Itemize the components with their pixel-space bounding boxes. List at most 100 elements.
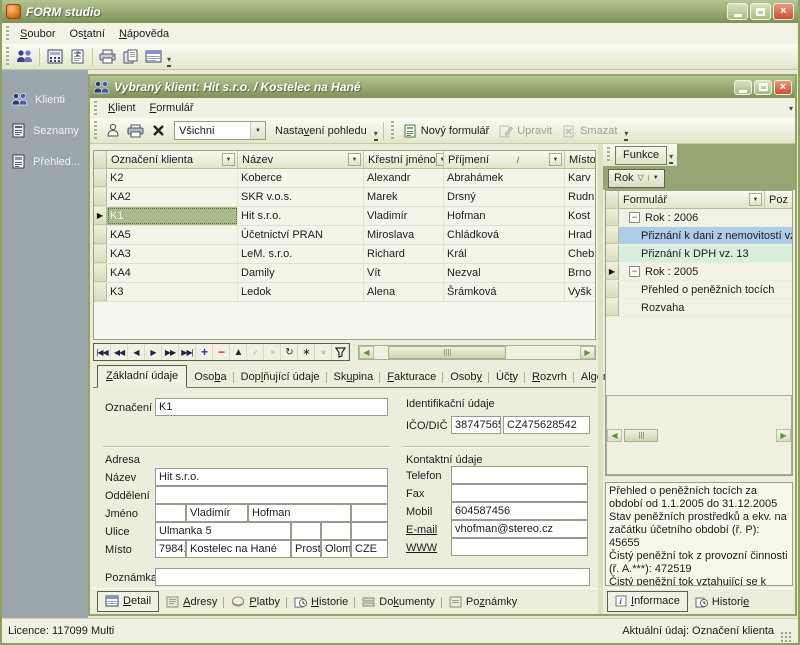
funkce-button[interactable]: Funkce — [615, 146, 667, 165]
tab-platby[interactable]: Platby — [224, 593, 287, 612]
cell-nazev[interactable]: Koberce — [238, 169, 364, 187]
cell-nazev[interactable]: LeM. s.r.o. — [238, 245, 364, 263]
tab-osoby[interactable]: Osoby — [443, 368, 489, 387]
table-row[interactable]: KA2 SKR v.o.s. Marek Drsný Rudn — [94, 188, 595, 207]
close-button[interactable]: × — [773, 3, 794, 20]
scrollbar-thumb[interactable] — [624, 429, 658, 442]
bookmark-button[interactable]: ∗ — [298, 344, 315, 360]
cell-nazev[interactable]: Damily — [238, 264, 364, 282]
list-item[interactable]: Rozvaha — [606, 299, 792, 317]
menu-overflow-button[interactable]: ▾ — [789, 104, 793, 113]
tab-ucty[interactable]: Účty — [489, 368, 525, 387]
client-print-button[interactable] — [124, 120, 147, 142]
grid-horizontal-scrollbar[interactable]: ◀ ▶ — [358, 345, 596, 360]
tab-historie-right[interactable]: Historie — [688, 593, 756, 612]
column-filter-button[interactable]: ▼ — [549, 153, 562, 166]
email-field[interactable]: vhofman@stereo.cz — [451, 520, 588, 538]
last-record-button[interactable]: ▶▶| — [179, 344, 196, 360]
ico-field[interactable]: 38747565 — [451, 416, 501, 434]
client-minimize-button[interactable] — [734, 80, 752, 95]
view-settings-button[interactable]: Nastavení pohledu — [270, 123, 372, 139]
toolbar-overflow-button[interactable]: ▾ — [624, 130, 628, 141]
client-maximize-button[interactable] — [754, 80, 772, 95]
cell-jmeno[interactable]: Vít — [364, 264, 444, 282]
nazev-field[interactable]: Hit s.r.o. — [155, 468, 388, 486]
kraj-field[interactable]: Olom — [321, 540, 351, 558]
column-filter-button[interactable]: ▼ — [222, 153, 235, 166]
toolbar-grip[interactable] — [6, 47, 9, 66]
scroll-right-button[interactable]: ▶ — [776, 429, 791, 442]
fax-field[interactable] — [451, 484, 588, 502]
cell-misto[interactable]: Vyšk — [565, 283, 595, 301]
list-group-row[interactable]: − Rok : 2006 — [606, 209, 792, 227]
cell-oznaceni[interactable]: K2 — [107, 169, 238, 187]
row-selector[interactable] — [606, 281, 619, 298]
maximize-button[interactable] — [750, 3, 771, 20]
cell-prijmeni[interactable]: Nezval — [444, 264, 565, 282]
cell-jmeno[interactable]: Marek — [364, 188, 444, 206]
tab-adresy[interactable]: Adresy — [159, 593, 224, 612]
post-edit-button[interactable]: ✓ — [247, 344, 264, 360]
cislo-popisne-field[interactable] — [291, 522, 321, 540]
edit-record-button[interactable]: ▲ — [230, 344, 247, 360]
table-row-selected[interactable]: ▶ K1 Hit s.r.o. Vladimír Hofman Kost — [94, 207, 595, 226]
group-cell[interactable]: − Rok : 2006 — [619, 209, 792, 226]
cell-nazev[interactable]: Účetnictví PRAN — [238, 226, 364, 244]
collapse-icon[interactable]: − — [629, 266, 640, 277]
cell-jmeno[interactable]: Miroslava — [364, 226, 444, 244]
tab-historie[interactable]: Historie — [287, 593, 355, 612]
cancel-edit-button[interactable]: × — [264, 344, 281, 360]
cell-misto[interactable]: Cheb — [565, 245, 595, 263]
form-item-label[interactable]: Přiznání k dani z nemovitostí vz — [619, 227, 792, 244]
cell-misto[interactable]: Karv — [565, 169, 595, 187]
cell-oznaceni[interactable]: KA5 — [107, 226, 238, 244]
collapse-icon[interactable]: − — [629, 212, 640, 223]
cell-oznaceni[interactable]: K3 — [107, 283, 238, 301]
cell-nazev[interactable]: SKR v.o.s. — [238, 188, 364, 206]
stat-field[interactable]: CZE — [351, 540, 388, 558]
cell-oznaceni[interactable]: K1 — [107, 207, 238, 225]
misto-field[interactable]: Kostelec na Hané — [186, 540, 291, 558]
scroll-left-button[interactable]: ◀ — [607, 429, 622, 442]
tab-fakturace[interactable]: Fakturace — [380, 368, 443, 387]
cell-jmeno[interactable]: Alexandr — [364, 169, 444, 187]
sidebar-item-seznamy[interactable]: Seznamy — [2, 115, 88, 146]
tab-osoba[interactable]: Osoba — [187, 368, 233, 387]
list-item[interactable]: Přiznání k DPH vz. 13 — [606, 245, 792, 263]
refresh-button[interactable]: ↻ — [281, 344, 298, 360]
cell-prijmeni[interactable]: Chládková — [444, 226, 565, 244]
toolbar-overflow-button[interactable]: ▾ — [167, 56, 171, 67]
delete-record-button[interactable]: − — [213, 344, 230, 360]
toolbar-overflow-button[interactable]: ▾ — [374, 130, 378, 141]
table-row[interactable]: K2 Koberce Alexandr Abrahámek Karv — [94, 169, 595, 188]
resize-grip[interactable] — [780, 631, 792, 643]
cell-misto[interactable]: Kost — [565, 207, 595, 225]
clients-button[interactable] — [13, 46, 36, 68]
cell-jmeno[interactable]: Richard — [364, 245, 444, 263]
cell-prijmeni[interactable]: Šrámková — [444, 283, 565, 301]
insert-record-button[interactable]: + — [196, 344, 213, 360]
client-close-button[interactable]: × — [774, 80, 792, 95]
form-item-label[interactable]: Přehled o peněžních tocích — [619, 281, 792, 298]
minimize-button[interactable] — [727, 3, 748, 20]
table-row[interactable]: KA4 Damily Vít Nezval Brno — [94, 264, 595, 283]
cell-misto[interactable]: Hrad — [565, 226, 595, 244]
oddeleni-field[interactable] — [155, 486, 388, 504]
filter-button[interactable] — [332, 344, 349, 360]
column-filter-button[interactable]: ▼ — [749, 193, 762, 206]
okres-field[interactable]: Prost — [291, 540, 321, 558]
telefon-field[interactable] — [451, 466, 588, 484]
goto-bookmark-button[interactable]: ∗ — [315, 344, 332, 360]
filter-combobox[interactable]: Všichni ▼ — [174, 121, 266, 140]
new-form-button[interactable]: Nový formulář — [398, 122, 494, 140]
tab-skupina[interactable]: Skupina — [327, 368, 381, 387]
www-field[interactable] — [451, 538, 588, 556]
tab-detail[interactable]: Detail — [97, 591, 159, 612]
sidebar-item-prehled[interactable]: Přehled... — [2, 146, 88, 177]
chevron-down-icon[interactable]: ▼ — [250, 122, 265, 139]
list-group-row[interactable]: ▶ − Rok : 2005 — [606, 263, 792, 281]
column-header-misto[interactable]: Místo — [565, 151, 595, 169]
ulice-extra-field[interactable] — [351, 522, 388, 540]
person-button[interactable] — [101, 120, 124, 142]
cell-jmeno[interactable]: Vladimír — [364, 207, 444, 225]
